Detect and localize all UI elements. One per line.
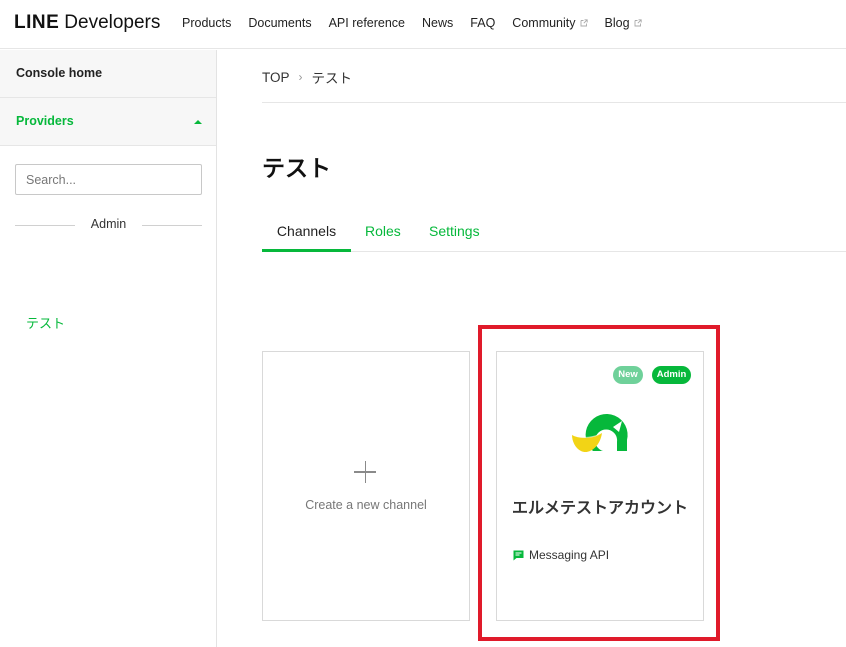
sidebar-item-console-home[interactable]: Console home xyxy=(0,50,216,98)
create-channel-card[interactable]: Create a new channel xyxy=(262,351,470,621)
breadcrumb-divider xyxy=(262,102,846,103)
nav-faq[interactable]: FAQ xyxy=(470,16,495,30)
logo-developers-text: Developers xyxy=(64,12,161,33)
plus-icon xyxy=(354,460,378,484)
top-navigation-bar: LINE Developers Products Documents API re… xyxy=(0,0,846,49)
admin-badge: Admin xyxy=(652,366,691,384)
nav-api-reference[interactable]: API reference xyxy=(329,16,405,30)
external-link-icon xyxy=(634,19,642,27)
logo-line-text: LINE xyxy=(14,12,60,33)
console-home-label: Console home xyxy=(16,66,103,80)
nav-news-label: News xyxy=(422,16,454,30)
tab-settings[interactable]: Settings xyxy=(429,223,480,239)
line-developers-logo[interactable]: LINE Developers xyxy=(14,12,160,34)
active-tab-indicator xyxy=(262,249,351,252)
nav-community[interactable]: Community xyxy=(512,16,588,30)
role-divider-label: Admin xyxy=(90,217,127,231)
tab-roles[interactable]: Roles xyxy=(365,223,401,239)
nav-documents[interactable]: Documents xyxy=(248,16,311,30)
sidebar-provider-test[interactable]: テスト xyxy=(26,313,65,332)
main-nav: Products Documents API reference News FA… xyxy=(182,16,659,30)
provider-search-input[interactable] xyxy=(15,164,202,195)
chevron-right-icon: › xyxy=(298,70,303,84)
divider-rule-right xyxy=(142,225,202,226)
nav-documents-label: Documents xyxy=(248,16,312,30)
tab-channels[interactable]: Channels xyxy=(262,223,351,239)
page-title: テスト xyxy=(262,155,331,181)
nav-blog[interactable]: Blog xyxy=(605,16,642,30)
channel-name: エルメテストアカウント xyxy=(511,500,688,517)
nav-api-reference-label: API reference xyxy=(328,16,406,30)
nav-blog-label: Blog xyxy=(604,16,630,30)
channel-logo-icon xyxy=(569,407,633,463)
nav-products-label: Products xyxy=(182,16,232,30)
nav-products[interactable]: Products xyxy=(182,16,231,30)
providers-label: Providers xyxy=(16,114,74,128)
role-divider: Admin xyxy=(15,216,202,232)
create-channel-label: Create a new channel xyxy=(305,498,427,512)
breadcrumb: TOP › テスト xyxy=(262,67,352,87)
breadcrumb-top-link[interactable]: TOP xyxy=(262,70,290,85)
nav-news[interactable]: News xyxy=(422,16,453,30)
breadcrumb-current: テスト xyxy=(311,71,353,86)
channel-type: Messaging API xyxy=(513,548,609,562)
channel-card[interactable]: New Admin エルメテストアカウント Messaging API xyxy=(496,351,704,621)
external-link-icon xyxy=(580,19,588,27)
channel-type-label: Messaging API xyxy=(529,548,610,562)
sidebar-item-providers[interactable]: Providers xyxy=(0,98,216,146)
nav-faq-label: FAQ xyxy=(470,16,496,30)
provider-tabs: Channels Roles Settings xyxy=(262,210,846,252)
caret-up-icon xyxy=(194,120,202,124)
nav-community-label: Community xyxy=(512,16,576,30)
messaging-api-icon xyxy=(513,550,524,560)
sidebar: Console home Providers Admin テスト xyxy=(0,50,217,647)
new-badge: New xyxy=(613,366,643,384)
